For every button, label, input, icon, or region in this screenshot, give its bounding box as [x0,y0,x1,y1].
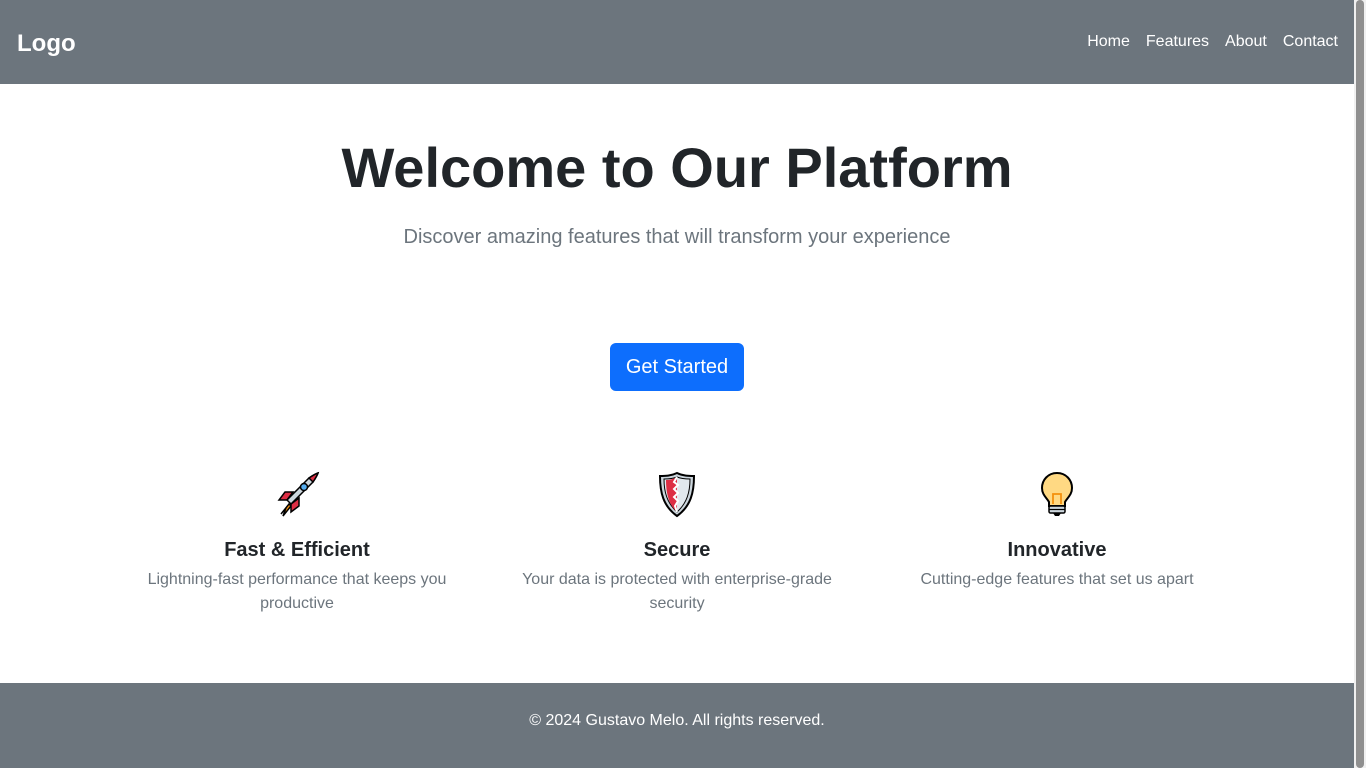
shield-icon [658,471,696,518]
copyright-text: © 2024 Gustavo Melo. All rights reserved… [529,712,825,729]
feature-text: Your data is protected with enterprise-g… [522,571,832,612]
rocket-icon [277,471,320,517]
nav-link-contact[interactable]: Contact [1283,30,1338,54]
footer: © 2024 Gustavo Melo. All rights reserved… [0,683,1354,768]
get-started-button[interactable]: Get Started [610,343,744,391]
feature-card: Innovative Cutting-edge features that se… [887,470,1227,592]
feature-title: Innovative [1007,539,1107,561]
feature-card: Fast & Efficient Lightning-fast performa… [127,470,467,616]
nav-links: Home Features About Contact [1087,30,1338,54]
scrollbar-thumb[interactable] [1356,0,1364,768]
lightbulb-icon [1040,471,1074,516]
feature-title: Fast & Efficient [224,539,370,561]
logo[interactable]: Logo [17,28,76,60]
page: Logo Home Features About Contact Welcome… [0,0,1354,768]
feature-text: Lightning-fast performance that keeps yo… [147,571,447,612]
feature-card: Secure Your data is protected with enter… [507,470,847,616]
vertical-scrollbar[interactable] [1354,0,1366,768]
hero-title: Welcome to Our Platform [341,136,1013,199]
nav-link-features[interactable]: Features [1146,30,1209,54]
nav-link-home[interactable]: Home [1087,30,1130,54]
hero-subtitle: Discover amazing features that will tran… [403,226,951,248]
feature-text: Cutting-edge features that set us apart [920,571,1194,588]
navbar: Logo Home Features About Contact [0,0,1354,84]
nav-link-about[interactable]: About [1225,30,1267,54]
feature-title: Secure [643,539,711,561]
